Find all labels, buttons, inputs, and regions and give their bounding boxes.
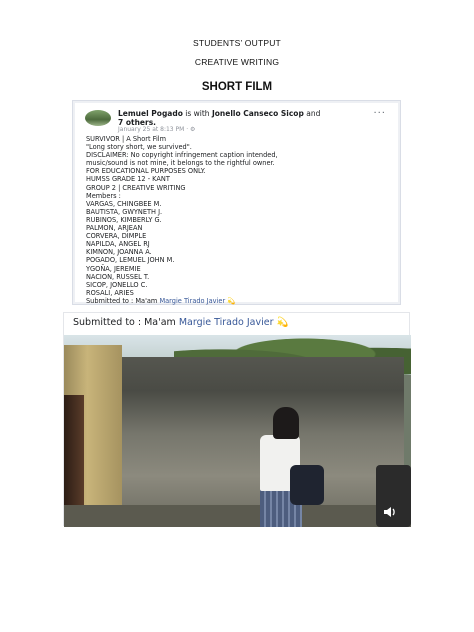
- tagged-person[interactable]: Jonello Canseco Sicop: [212, 109, 304, 118]
- member-name: SICOP, JONELLO C.: [86, 280, 148, 289]
- author-name[interactable]: Lemuel Pogado: [118, 109, 183, 118]
- teacher-name-link[interactable]: Margie Tirado Javier: [159, 297, 225, 305]
- speaker-icon[interactable]: [383, 506, 397, 521]
- member-name: PALMON, ARJEAN: [86, 224, 143, 233]
- video-frame: Submitted to : Ma'am Margie Tirado Javie…: [63, 312, 411, 527]
- sparkle-emoji-icon: 💫: [276, 317, 289, 328]
- member-name: NAPILDA, ANGEL RJ: [86, 240, 150, 249]
- avatar: [85, 110, 111, 126]
- post-line: music/sound is not mine, it belongs to t…: [86, 159, 275, 168]
- member-name: POGADO, LEMUEL JOHN M.: [86, 256, 175, 265]
- facebook-post-screenshot: Lemuel Pogado is with Jonello Canseco Si…: [72, 100, 401, 305]
- member-name: KIMNON, JOANNA A.: [86, 248, 152, 257]
- video-caption: Submitted to : Ma'am Margie Tirado Javie…: [73, 317, 289, 328]
- girl-head: [273, 407, 299, 439]
- post-line: HUMSS GRADE 12 - KANT: [86, 175, 170, 184]
- more-options-icon[interactable]: ···: [373, 108, 386, 119]
- stone-wall: [104, 357, 404, 527]
- post-line: "Long story short, we survived".: [86, 143, 192, 152]
- member-name: BAUTISTA, GWYNETH J.: [86, 207, 163, 216]
- post-line: FOR EDUCATIONAL PURPOSES ONLY.: [86, 167, 206, 176]
- post-line: Members :: [86, 191, 121, 200]
- post-line: DISCLAIMER: No copyright infringement ca…: [86, 151, 278, 160]
- member-name: VARGAS, CHINGBEE M.: [86, 199, 162, 208]
- page-title: SHORT FILM: [201, 81, 273, 93]
- post-line: SURVIVOR | A Short Film: [86, 135, 167, 143]
- bag: [290, 465, 324, 505]
- header-line-creative-writing: CREATIVE WRITING: [194, 57, 280, 67]
- teacher-name-link[interactable]: Margie Tirado Javier: [179, 317, 274, 328]
- member-name: NACION, RUSSEL T.: [86, 272, 150, 281]
- post-line: GROUP 2 | CREATIVE WRITING: [86, 183, 186, 192]
- member-name: YGOÑA, JEREMIE: [86, 264, 141, 273]
- video-player[interactable]: [64, 335, 411, 527]
- submitted-to-line: Submitted to : Ma'am Margie Tirado Javie…: [86, 296, 236, 305]
- member-name: ROSALI, ARIES: [86, 288, 134, 297]
- ground: [64, 505, 411, 527]
- sparkle-emoji-icon: 💫: [227, 296, 236, 305]
- header-line-students-output: STUDENTS’ OUTPUT: [193, 38, 281, 48]
- post-body: SURVIVOR | A Short Film "Long story shor…: [86, 135, 396, 305]
- member-name: RUBINOS, KIMBERLY G.: [86, 215, 162, 224]
- post-author-line: Lemuel Pogado is with Jonello Canseco Si…: [118, 109, 321, 127]
- post-timestamp: January 25 at 8:13 PM · ⚙: [118, 126, 196, 133]
- member-name: CORVERA, DIMPLE: [86, 232, 147, 241]
